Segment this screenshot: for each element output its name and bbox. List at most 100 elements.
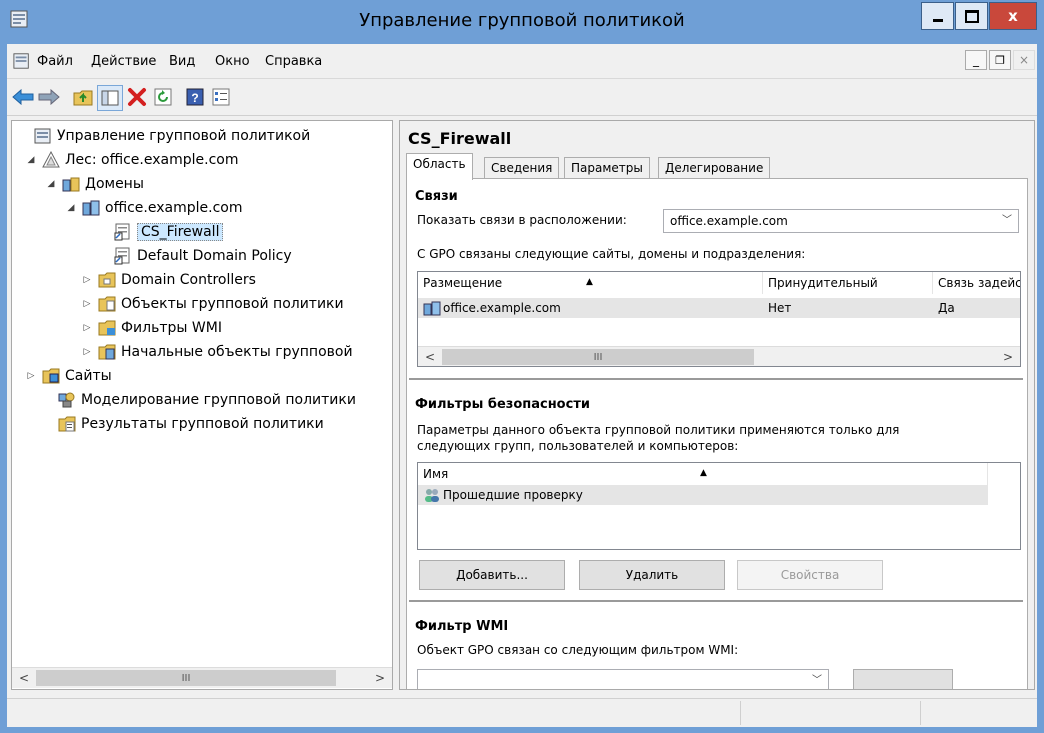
gpo-title: CS_Firewall [408, 129, 512, 148]
chevron-down-icon: ﹀ [1002, 215, 1012, 226]
column-enforced[interactable]: Принудительный [763, 272, 933, 294]
tree-item-label: Сайты [65, 368, 112, 384]
scroll-right-icon[interactable]: > [998, 347, 1018, 366]
wmi-filter-dropdown[interactable]: ﹀ [417, 669, 829, 689]
mmc-doc-icon[interactable] [13, 52, 31, 70]
mdi-controls: _ ❐ × [963, 50, 1035, 70]
tree-item[interactable]: ◢ Домены [44, 173, 144, 195]
tree-item[interactable]: ◢ office.example.com [64, 197, 243, 219]
column-link-enabled[interactable]: Связь задействована [933, 272, 1020, 294]
expand-arrow-icon[interactable]: ▷ [24, 371, 38, 381]
up-one-level-button[interactable] [71, 85, 95, 109]
scroll-thumb[interactable]: III [442, 349, 754, 365]
wmi-filter-heading: Фильтр WMI [415, 619, 509, 634]
status-cell-2 [920, 701, 1036, 725]
tree-item[interactable]: Управление групповой политикой [16, 125, 310, 147]
expand-arrow-icon[interactable]: ▷ [80, 299, 94, 309]
cell-link-enabled: Да [938, 301, 955, 315]
delete-icon [128, 88, 146, 106]
tab-settings[interactable]: Параметры [564, 157, 650, 179]
show-links-label: Показать связи в расположении: [417, 213, 627, 227]
title-bar[interactable]: Управление групповой политикой x [0, 0, 1044, 44]
mdi-restore-button[interactable]: ❐ [989, 50, 1011, 70]
back-arrow-icon [12, 89, 34, 105]
tree-item[interactable]: ▷ Сайты [24, 365, 112, 387]
tree-horizontal-scrollbar[interactable]: < III > [12, 667, 392, 688]
table-row[interactable]: office.example.com Нет Да [418, 298, 1020, 318]
gpo-link-icon [114, 247, 130, 265]
add-button[interactable]: Добавить... [419, 560, 565, 590]
mdi-close-button[interactable]: × [1013, 50, 1035, 70]
menu-view[interactable]: Вид [169, 54, 195, 69]
table-row[interactable]: Прошедшие проверку [418, 485, 988, 505]
tab-scope[interactable]: Область [406, 153, 473, 180]
menu-action[interactable]: Действие [91, 54, 156, 69]
result-pane: CS_Firewall Область Сведения Параметры Д… [399, 120, 1035, 690]
tree-item[interactable]: Моделирование групповой политики [40, 389, 356, 411]
domain-icon [423, 301, 441, 316]
column-name[interactable]: Имя ▲ [418, 463, 988, 485]
remove-button[interactable]: Удалить [579, 560, 725, 590]
scroll-right-icon[interactable]: > [370, 668, 390, 688]
expand-arrow-icon[interactable]: ▷ [80, 323, 94, 333]
tree-item[interactable]: ▷ Начальные объекты групповой [80, 341, 353, 363]
group-name-text: Прошедшие проверку [443, 488, 583, 502]
console-tree[interactable]: Управление групповой политикой ◢ Лес: offi… [11, 120, 393, 690]
tree-item[interactable]: ▷ Domain Controllers [80, 269, 256, 291]
tree-item-label: Объекты групповой политики [121, 296, 344, 312]
tree-item[interactable]: Default Domain Policy [96, 245, 292, 267]
properties-button[interactable]: Свойства [737, 560, 883, 590]
window-title: Управление групповой политикой [359, 10, 685, 31]
expand-arrow-icon[interactable]: ▷ [80, 275, 94, 285]
cell-enforced: Нет [768, 301, 792, 315]
cell-name: Прошедшие проверку [418, 485, 583, 505]
domains-icon [62, 177, 80, 192]
tab-delegation[interactable]: Делегирование [658, 157, 771, 179]
tree-item[interactable]: ▷ Объекты групповой политики [80, 293, 344, 315]
menu-window[interactable]: Окно [215, 54, 250, 69]
collapse-arrow-icon[interactable]: ◢ [64, 203, 78, 213]
tab-details[interactable]: Сведения [484, 157, 560, 179]
menu-file[interactable]: Файл [37, 54, 73, 69]
maximize-button[interactable] [955, 2, 988, 30]
security-filter-list[interactable]: Имя ▲ Прошедшие проверку [417, 462, 1021, 550]
minimize-button[interactable] [921, 2, 954, 30]
status-bar [7, 698, 1037, 727]
security-filter-heading: Фильтры безопасности [415, 397, 590, 412]
menu-help[interactable]: Справка [265, 54, 322, 69]
column-location[interactable]: Размещение ▲ [418, 272, 763, 294]
close-button[interactable]: x [989, 2, 1037, 30]
mdi-minimize-button[interactable]: _ [965, 50, 987, 70]
starter-gpo-folder-icon [98, 344, 116, 360]
scroll-thumb[interactable]: III [36, 670, 336, 686]
gpo-folder-icon [98, 296, 116, 312]
links-horizontal-scrollbar[interactable]: < III > [418, 346, 1020, 366]
tree-item-label: Управление групповой политикой [57, 128, 311, 144]
delete-button[interactable] [125, 85, 149, 109]
section-divider[interactable] [409, 597, 1023, 602]
tree-item[interactable]: ▷ Фильтры WMI [80, 317, 222, 339]
sort-up-icon: ▲ [586, 277, 593, 287]
tree-item-label: office.example.com [105, 200, 243, 216]
scroll-left-icon[interactable]: < [420, 347, 440, 366]
links-location-dropdown[interactable]: office.example.com ﹀ [663, 209, 1019, 233]
tree-item-label: Моделирование групповой политики [81, 392, 356, 408]
chevron-down-icon: ﹀ [812, 675, 822, 686]
forward-button[interactable] [37, 85, 61, 109]
tree-item-label: Domain Controllers [121, 272, 256, 288]
tree-item[interactable]: Результаты групповой политики [40, 413, 324, 435]
properties-button[interactable] [209, 85, 233, 109]
tree-item[interactable]: CS_Firewall [96, 221, 224, 243]
show-hide-tree-button[interactable] [97, 85, 123, 111]
back-button[interactable] [11, 85, 35, 109]
section-divider[interactable] [409, 375, 1023, 380]
expand-arrow-icon[interactable]: ▷ [80, 347, 94, 357]
help-button[interactable]: ? [183, 85, 207, 109]
scroll-left-icon[interactable]: < [14, 668, 34, 688]
tree-item[interactable]: ◢ Лес: office.example.com [24, 149, 238, 171]
collapse-arrow-icon[interactable]: ◢ [44, 179, 58, 189]
refresh-button[interactable] [151, 85, 175, 109]
open-wmi-button[interactable] [853, 669, 953, 689]
links-list[interactable]: Размещение▲ Принудительный Связь задейст… [417, 271, 1021, 367]
collapse-arrow-icon[interactable]: ◢ [24, 155, 38, 165]
